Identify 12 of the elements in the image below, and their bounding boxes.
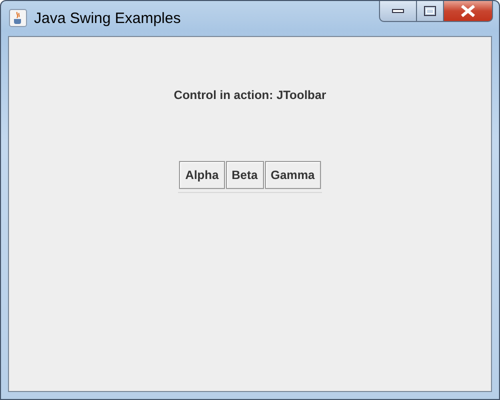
java-cup-icon [9,9,27,27]
minimize-icon [392,9,404,13]
close-icon [460,5,476,17]
toolbar-button[interactable]: Alpha [179,161,225,189]
minimize-button[interactable] [379,1,417,22]
window-title: Java Swing Examples [34,10,181,26]
caption-label: Control in action: JToolbar [174,88,326,102]
maximize-button[interactable] [417,1,444,22]
toolbar-button[interactable]: Gamma [264,161,321,189]
maximize-icon [424,6,436,16]
toolbar-button[interactable]: Beta [226,161,264,189]
close-button[interactable] [444,1,493,22]
